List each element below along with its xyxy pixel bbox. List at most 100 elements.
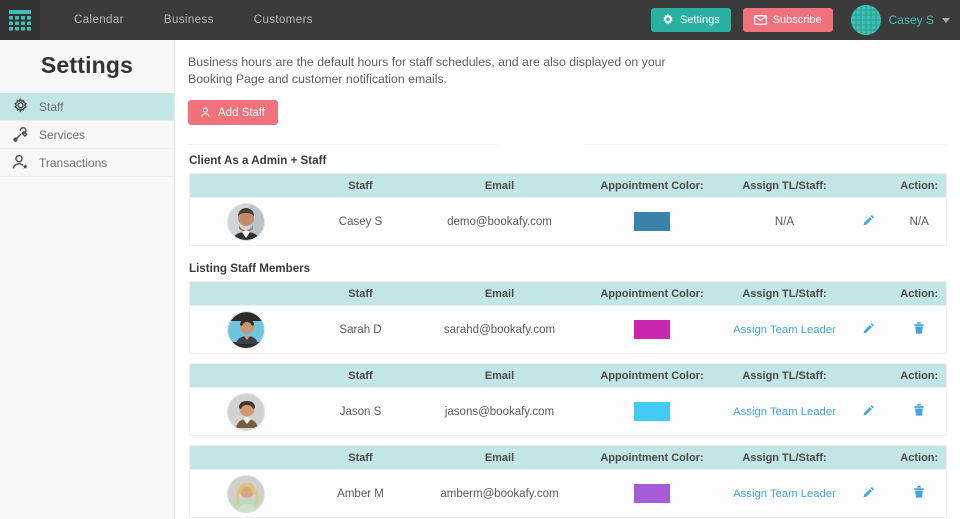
avatar[interactable]: [851, 5, 881, 35]
cell-assign: N/A: [725, 198, 845, 246]
column-header-action: Action:: [893, 174, 947, 198]
app-logo[interactable]: [0, 0, 40, 40]
column-header-assign: Assign TL/Staff:: [725, 446, 845, 470]
cell-assign: Assign Team Leader: [725, 388, 845, 436]
column-header-email: Email: [420, 282, 580, 306]
cell-staff-name: Jason S: [302, 388, 420, 436]
cell-staff-name: Casey S: [302, 198, 420, 246]
user-name-label[interactable]: Casey S: [889, 13, 934, 27]
color-swatch[interactable]: [634, 484, 670, 503]
trash-icon[interactable]: [913, 485, 925, 499]
staff-avatar: [227, 203, 265, 241]
table-row: Sarah D sarahd@bookafy.com Assign Team L…: [190, 306, 947, 354]
settings-button[interactable]: Settings: [651, 8, 731, 32]
assign-team-leader-link[interactable]: Assign Team Leader: [733, 324, 836, 336]
trash-icon[interactable]: [913, 321, 925, 335]
column-header-staff: Staff: [302, 282, 420, 306]
tools-icon: [10, 125, 30, 145]
subscribe-button-label: Subscribe: [773, 14, 822, 26]
pencil-icon[interactable]: [862, 214, 875, 227]
cell-assign: Assign Team Leader: [725, 306, 845, 354]
cell-email: amberm@bookafy.com: [420, 470, 580, 518]
column-header-edit: [845, 446, 893, 470]
table-row: Amber M amberm@bookafy.com Assign Team L…: [190, 470, 947, 518]
sidebar-item-staff[interactable]: Staff: [0, 93, 174, 121]
pencil-icon[interactable]: [862, 486, 875, 499]
sidebar-item-label: Services: [39, 128, 85, 142]
cell-appointment-color: [580, 306, 725, 354]
staff-table-jason: Staff Email Appointment Color: Assign TL…: [189, 363, 947, 436]
assign-team-leader-link[interactable]: Assign Team Leader: [733, 406, 836, 418]
section-divider: [188, 144, 946, 145]
nav-link-customers[interactable]: Customers: [234, 14, 333, 26]
sidebar-item-services[interactable]: Services: [0, 121, 174, 149]
table-header-row: Staff Email Appointment Color: Assign TL…: [190, 282, 947, 306]
chevron-down-icon[interactable]: [942, 18, 950, 23]
staff-avatar: [227, 475, 265, 513]
cell-appointment-color: [580, 470, 725, 518]
column-header-email: Email: [420, 446, 580, 470]
user-star-icon: [10, 153, 30, 173]
cell-edit: [845, 388, 893, 436]
nav-link-business[interactable]: Business: [144, 14, 234, 26]
column-header-edit: [845, 364, 893, 388]
staff-section-label: Listing Staff Members: [189, 262, 946, 275]
calendar-grid-icon: [9, 10, 31, 31]
cell-appointment-color: [580, 388, 725, 436]
column-header-edit: [845, 282, 893, 306]
pencil-icon[interactable]: [862, 322, 875, 335]
staff-table-amber: Staff Email Appointment Color: Assign TL…: [189, 445, 947, 518]
cell-edit: [845, 198, 893, 246]
envelope-icon: [754, 15, 767, 25]
column-header-email: Email: [420, 364, 580, 388]
pencil-icon[interactable]: [862, 404, 875, 417]
table-row: Casey S demo@bookafy.com N/A N/A: [190, 198, 947, 246]
staff-avatar: [227, 311, 265, 349]
top-navigation-bar: Calendar Business Customers Settings Sub…: [0, 0, 960, 40]
color-swatch[interactable]: [634, 320, 670, 339]
divider-left: [188, 144, 497, 145]
cell-action: [893, 470, 947, 518]
trash-icon[interactable]: [913, 403, 925, 417]
cell-action: N/A: [893, 198, 947, 246]
column-header-assign: Assign TL/Staff:: [725, 174, 845, 198]
subscribe-button[interactable]: Subscribe: [743, 8, 833, 32]
column-header-staff: Staff: [302, 446, 420, 470]
cell-staff-name: Amber M: [302, 470, 420, 518]
cell-avatar: [190, 306, 302, 354]
gear-icon: [10, 97, 30, 117]
add-staff-button-label: Add Staff: [218, 107, 265, 119]
settings-button-label: Settings: [680, 14, 720, 26]
column-header-assign: Assign TL/Staff:: [725, 282, 845, 306]
column-header-color: Appointment Color:: [580, 282, 725, 306]
user-avatar-image: [851, 5, 881, 35]
staff-table-sarah: Staff Email Appointment Color: Assign TL…: [189, 281, 947, 354]
cell-appointment-color: [580, 198, 725, 246]
admin-staff-table: Staff Email Appointment Color: Assign TL…: [189, 173, 947, 246]
add-staff-button[interactable]: Add Staff: [188, 100, 278, 125]
color-swatch[interactable]: [634, 402, 670, 421]
divider-right: [584, 144, 946, 145]
color-swatch[interactable]: [634, 212, 670, 231]
sidebar-item-label: Transactions: [39, 156, 107, 170]
sidebar-item-transactions[interactable]: Transactions: [0, 149, 174, 177]
cell-assign: Assign Team Leader: [725, 470, 845, 518]
cell-email: sarahd@bookafy.com: [420, 306, 580, 354]
column-header-staff: Staff: [302, 364, 420, 388]
main-content: Business hours are the default hours for…: [176, 40, 960, 519]
intro-text: Business hours are the default hours for…: [188, 54, 688, 88]
cell-action: [893, 306, 947, 354]
table-row: Jason S jasons@bookafy.com Assign Team L…: [190, 388, 947, 436]
assign-team-leader-link[interactable]: Assign Team Leader: [733, 488, 836, 500]
column-header-assign: Assign TL/Staff:: [725, 364, 845, 388]
nav-link-calendar[interactable]: Calendar: [54, 14, 144, 26]
gear-icon: [662, 14, 674, 26]
table-header-row: Staff Email Appointment Color: Assign TL…: [190, 174, 947, 198]
cell-edit: [845, 470, 893, 518]
column-header-action: Action:: [893, 446, 947, 470]
cell-action: [893, 388, 947, 436]
divider-gap: [497, 144, 585, 145]
column-header-avatar: [190, 174, 302, 198]
column-header-action: Action:: [893, 364, 947, 388]
sidebar-item-label: Staff: [39, 100, 63, 114]
